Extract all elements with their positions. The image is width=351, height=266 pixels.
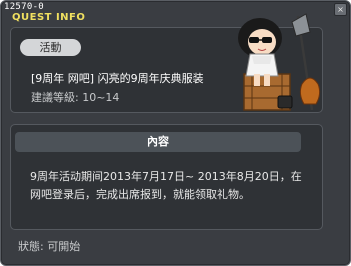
window-title: QUEST INFO: [12, 12, 86, 23]
quest-status: 狀態: 可開始: [18, 240, 81, 253]
character-illustration-icon: [238, 13, 321, 111]
recommended-level: 建議等級: 10~14: [31, 91, 120, 104]
quest-name: [9周年 网吧] 闪亮的9周年庆典服装: [31, 72, 204, 85]
content-description: 9周年活动期间2013年7月17日~ 2013年8月20日，在网吧登录后，完成出…: [30, 170, 302, 201]
content-header: 內容: [15, 132, 301, 152]
event-badge: 活動: [20, 39, 81, 56]
close-icon[interactable]: ×: [334, 3, 347, 16]
quest-id-label: 12570-0: [4, 2, 45, 12]
